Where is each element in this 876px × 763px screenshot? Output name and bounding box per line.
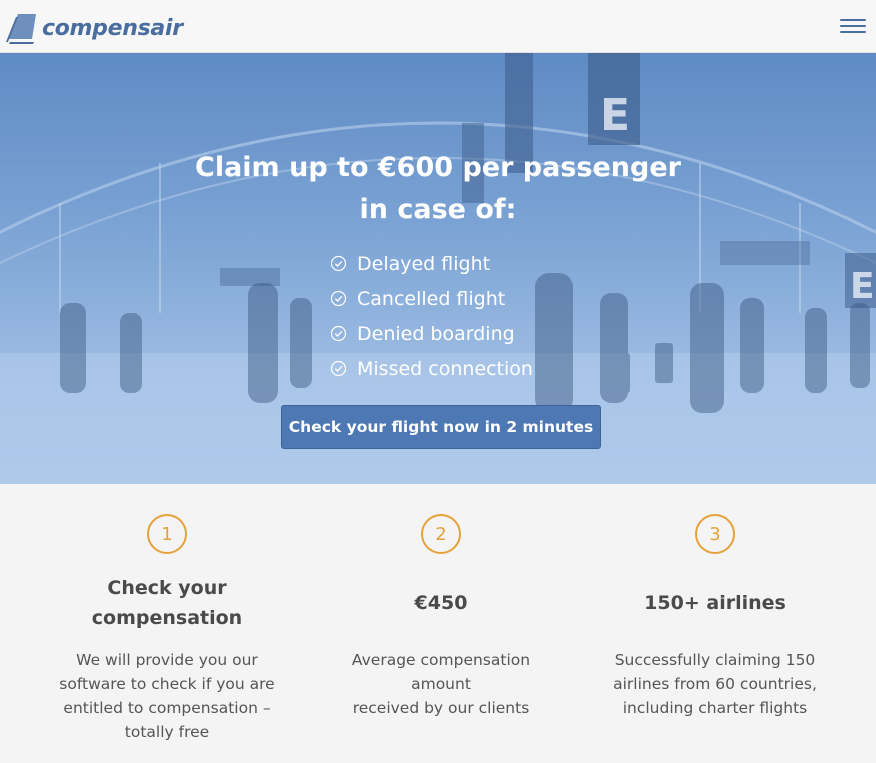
hero-banner: E E Claim up to €600 per passenger in ca… xyxy=(0,53,876,484)
feature-desc-line: received by our clients xyxy=(352,699,530,717)
list-item: Cancelled flight xyxy=(330,281,533,316)
reason-label: Missed connection xyxy=(357,357,533,380)
feature-card-airlines: 3 150+ airlines Successfully claiming 15… xyxy=(595,514,835,720)
list-item: Missed connection xyxy=(330,351,533,386)
claim-reasons-list: Delayed flight Cancelled flight Denied b… xyxy=(330,246,533,386)
feature-desc-line: Average compensation amount xyxy=(351,651,531,693)
feature-description: Average compensation amount received by … xyxy=(321,648,561,720)
feature-desc-line: Successfully claiming 150 xyxy=(614,651,816,669)
top-navbar: compensair xyxy=(0,0,876,53)
feature-description: We will provide you our software to chec… xyxy=(47,648,287,744)
check-circle-icon xyxy=(330,255,347,272)
feature-desc-line: including charter flights xyxy=(622,699,808,717)
hamburger-menu-icon[interactable] xyxy=(840,15,866,37)
feature-title: Check your compensation xyxy=(47,573,287,633)
feature-desc-line: entitled to compensation – xyxy=(63,699,271,717)
check-flight-button[interactable]: Check your flight now in 2 minutes xyxy=(281,405,601,449)
feature-card-check-compensation: 1 Check your compensation We will provid… xyxy=(47,514,287,744)
reason-label: Delayed flight xyxy=(357,252,491,275)
feature-title-line-2: compensation xyxy=(91,607,243,629)
list-item: Denied boarding xyxy=(330,316,533,351)
step-number-badge: 3 xyxy=(695,514,735,554)
feature-card-average-compensation: 2 €450 Average compensation amount recei… xyxy=(321,514,561,720)
feature-description: Successfully claiming 150 airlines from … xyxy=(595,648,835,720)
feature-desc-line: airlines from 60 countries, xyxy=(613,675,817,693)
check-circle-icon xyxy=(330,290,347,307)
features-section: 1 Check your compensation We will provid… xyxy=(0,484,876,763)
feature-title: 150+ airlines xyxy=(644,592,786,614)
list-item: Delayed flight xyxy=(330,246,533,281)
step-number-badge: 2 xyxy=(421,514,461,554)
brand-name: compensair xyxy=(42,15,183,41)
hero-title-line-1: Claim up to €600 per passenger xyxy=(195,152,681,183)
reason-label: Cancelled flight xyxy=(357,287,506,310)
check-circle-icon xyxy=(330,360,347,377)
reason-label: Denied boarding xyxy=(357,322,515,345)
feature-desc-line: totally free xyxy=(124,723,210,741)
feature-title: €450 xyxy=(414,592,468,614)
airplane-tail-logo xyxy=(6,14,36,44)
hero-title-line-2: in case of: xyxy=(359,194,517,225)
feature-desc-line: software to check if you are xyxy=(59,675,275,693)
feature-title-line-1: Check your xyxy=(107,577,227,599)
check-circle-icon xyxy=(330,325,347,342)
brand-logo-link[interactable]: compensair xyxy=(4,8,183,44)
step-number-badge: 1 xyxy=(147,514,187,554)
feature-desc-line: We will provide you our xyxy=(76,651,258,669)
hero-title: Claim up to €600 per passenger in case o… xyxy=(0,147,876,231)
